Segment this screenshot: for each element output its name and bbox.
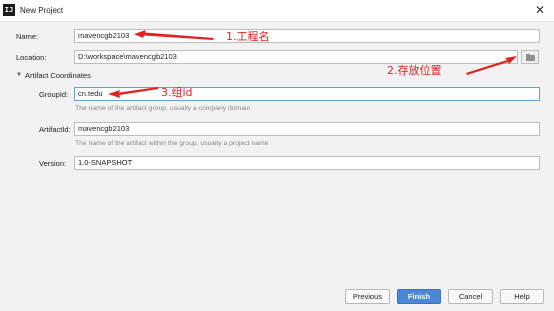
annotation-location: 2.存放位置 [387,64,442,77]
arrow-to-folder [466,56,517,75]
annotation-group-id: 3.组id [161,86,193,99]
annotation-project-name: 1.工程名 [226,30,270,43]
arrow-to-groupid [108,87,159,98]
arrow-to-name [134,30,214,40]
annotation-arrows [108,30,517,98]
